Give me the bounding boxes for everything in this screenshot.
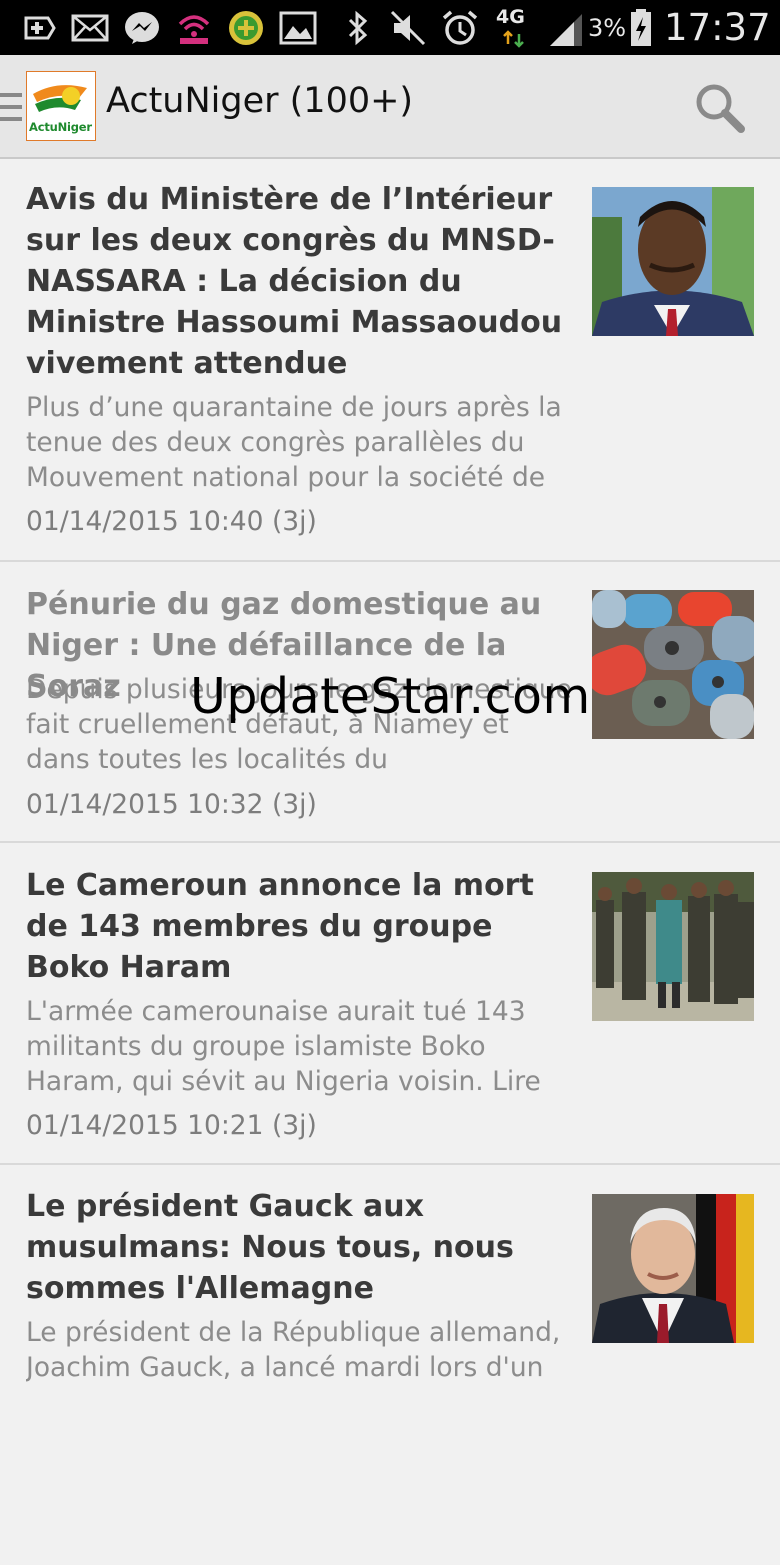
add-icon	[24, 16, 56, 40]
messenger-icon	[125, 12, 159, 44]
article-thumbnail	[592, 590, 754, 739]
status-bar: 4G 3% 17:37	[0, 0, 780, 55]
alarm-icon	[442, 10, 478, 45]
article-headline: Le président Gauck aux musulmans: Nous t…	[26, 1189, 514, 1306]
article-headline: Avis du Ministère de l’Intérieur sur les…	[26, 182, 563, 381]
search-icon[interactable]	[690, 80, 750, 136]
gallery-icon	[279, 11, 317, 45]
article-summary: Plus d’une quarantaine de jours après la…	[26, 392, 562, 493]
article-item[interactable]: Le Cameroun annonce la mort de 143 membr…	[0, 843, 780, 1165]
bluetooth-icon	[348, 10, 368, 46]
article-date: 01/14/2015 10:40 (3j)	[26, 506, 317, 537]
article-thumbnail	[592, 187, 754, 336]
article-headline: Le Cameroun annonce la mort de 143 membr…	[26, 868, 534, 985]
app-logo-text: ActuNiger	[29, 120, 92, 134]
article-date: 01/14/2015 10:21 (3j)	[26, 1110, 317, 1141]
network-4g-icon: 4G	[494, 6, 534, 50]
battery-percent: 3%	[588, 14, 627, 42]
article-item[interactable]: Avis du Ministère de l’Intérieur sur les…	[0, 159, 780, 562]
article-summary: L'armée camerounaise aurait tué 143 mili…	[26, 996, 541, 1097]
article-date: 01/14/2015 10:32 (3j)	[26, 789, 317, 820]
app-badge-icon	[229, 11, 263, 45]
drawer-toggle-icon[interactable]	[0, 93, 22, 123]
article-thumbnail	[592, 872, 754, 1021]
battery-charging-icon	[631, 9, 651, 46]
article-summary: Le président de la République allemand, …	[26, 1317, 561, 1383]
app-logo[interactable]: ActuNiger	[26, 71, 96, 141]
mute-icon	[390, 10, 426, 46]
cell-signal-icon	[550, 14, 582, 46]
mail-icon	[71, 14, 109, 42]
app-bar: ActuNiger ActuNiger (100+)	[0, 55, 780, 159]
article-thumbnail	[592, 1194, 754, 1343]
clock: 17:37	[664, 6, 771, 49]
app-title: ActuNiger (100+)	[106, 81, 414, 121]
article-item[interactable]: Le président Gauck aux musulmans: Nous t…	[0, 1165, 780, 1565]
signal-broadcast-icon	[178, 15, 210, 44]
watermark: UpdateStar.com	[190, 668, 591, 725]
